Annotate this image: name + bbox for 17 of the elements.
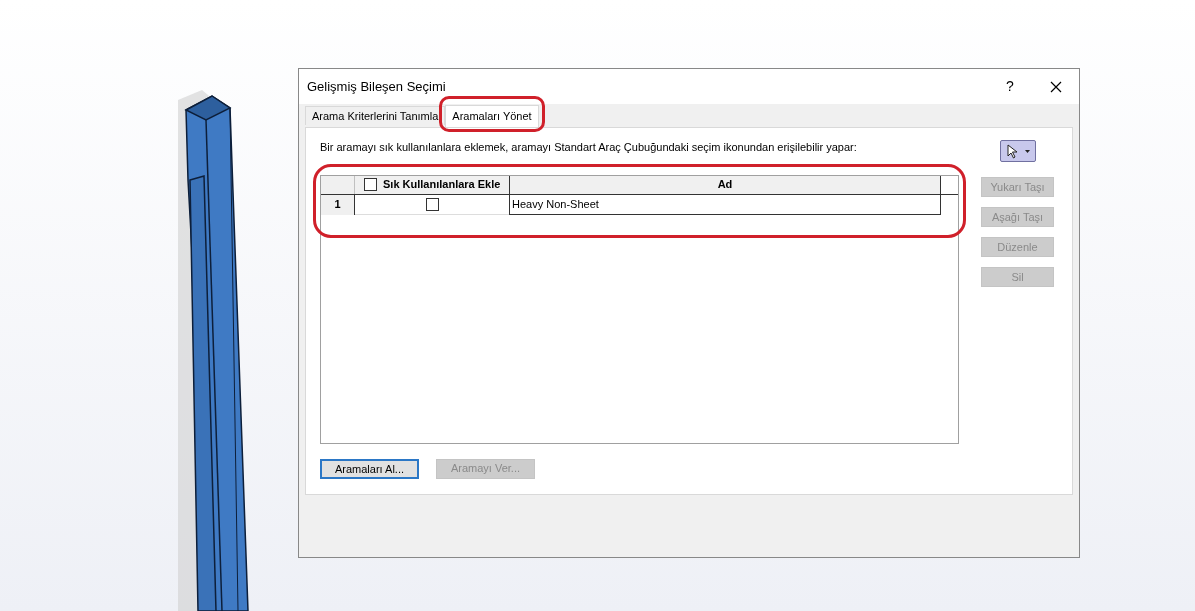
selection-tool-button[interactable] [999,140,1036,162]
row-number: 1 [321,194,355,215]
table-cell: Heavy Non-Sheet [509,194,941,215]
tab[interactable]: Aramaları Yönet [445,104,539,127]
dialog-button[interactable]: Aramaları Al... [320,458,419,479]
tab[interactable]: Arama Kriterlerini Tanımla [305,106,446,126]
column-header[interactable]: Sık Kullanılanlara Ekle [355,175,509,194]
caret-icon [1024,150,1030,153]
grid-corner [321,175,355,194]
window-title: Gelişmiş Bileşen Seçimi [307,77,447,96]
checkbox[interactable] [364,178,377,191]
column-header[interactable]: Ad [509,175,941,194]
column-title: Sık Kullanılanlara Ekle [383,177,501,193]
description-text: Bir aramayı sık kullanılanlara eklemek, aramayı Standart Araç Çubuğundaki seçim ikonundan erişilebilir yapar: [320,140,858,155]
help-button[interactable]: ? [987,69,1033,104]
cursor-icon [1006,144,1019,159]
checkbox[interactable] [425,197,439,211]
